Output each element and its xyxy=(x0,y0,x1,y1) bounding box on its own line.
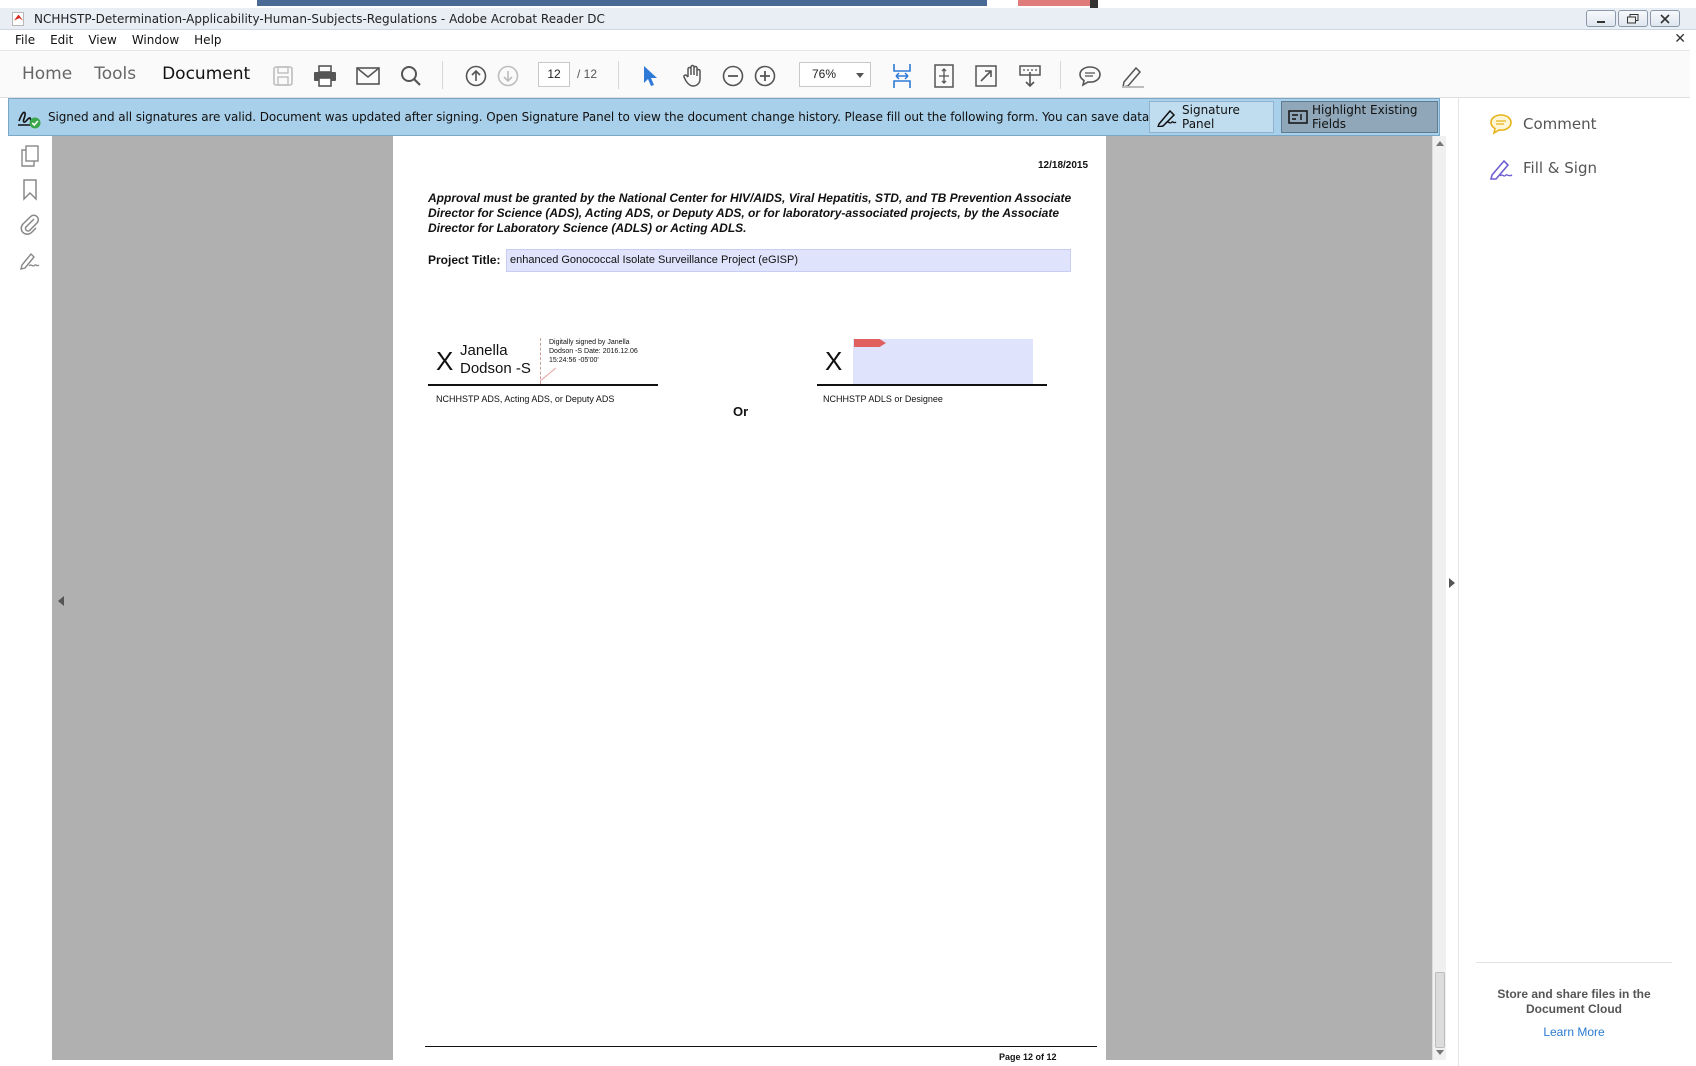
full-screen-icon[interactable] xyxy=(973,63,999,89)
document-cloud-promo: Store and share files in the Document Cl… xyxy=(1497,987,1651,1016)
menu-file[interactable]: File xyxy=(0,33,42,47)
menu-help[interactable]: Help xyxy=(186,33,228,47)
close-document-icon[interactable]: ✕ xyxy=(1674,31,1686,47)
attachment-icon[interactable] xyxy=(18,212,42,236)
pen-signature-icon xyxy=(1156,107,1178,127)
fill-sign-pen-icon xyxy=(1487,156,1515,180)
menu-window[interactable]: Window xyxy=(124,33,186,47)
window-title: NCHHSTP-Determination-Applicability-Huma… xyxy=(34,11,605,26)
next-page-icon[interactable] xyxy=(495,63,521,89)
digital-signature-stamp: Digitally signed by Janella Dodson -S Da… xyxy=(549,339,638,364)
project-title-field[interactable]: enhanced Gonococcal Isolate Surveillance… xyxy=(506,249,1071,272)
print-icon[interactable] xyxy=(312,63,338,89)
zoom-out-icon[interactable] xyxy=(720,63,746,89)
ads-signature-field[interactable]: X Janella Dodson -S Digitally signed by … xyxy=(428,336,658,386)
close-window-button[interactable] xyxy=(1650,10,1680,27)
fit-width-icon[interactable] xyxy=(889,63,915,89)
select-cursor-icon[interactable] xyxy=(637,63,663,89)
chevron-down-icon xyxy=(856,73,864,78)
save-icon[interactable] xyxy=(270,63,296,89)
form-field-icon xyxy=(1288,109,1308,125)
scroll-down-icon[interactable] xyxy=(1436,1050,1444,1055)
learn-more-link[interactable]: Learn More xyxy=(1476,1025,1672,1039)
main-toolbar: Home Tools Document 12 / 12 76% xyxy=(0,50,1690,98)
zoom-in-icon[interactable] xyxy=(752,63,778,89)
scroll-thumb[interactable] xyxy=(1435,972,1445,1048)
document-date: 12/18/2015 xyxy=(1038,160,1089,171)
signature-status-message: Signed and all signatures are valid. Doc… xyxy=(48,110,1274,124)
window-controls xyxy=(1586,10,1680,27)
acrobat-window: NCHHSTP-Determination-Applicability-Huma… xyxy=(0,0,1696,1066)
signature-x-mark: X xyxy=(436,346,454,376)
fit-page-icon[interactable] xyxy=(931,63,957,89)
sign-here-flag-icon[interactable] xyxy=(854,339,886,347)
ads-signature-label: NCHHSTP ADS, Acting ADS, or Deputy ADS xyxy=(436,394,615,404)
menu-edit[interactable]: Edit xyxy=(42,33,80,47)
search-icon[interactable] xyxy=(398,63,424,89)
title-bar: NCHHSTP-Determination-Applicability-Huma… xyxy=(0,8,1696,30)
minimize-button[interactable] xyxy=(1586,10,1616,27)
page-thumbnails-icon[interactable] xyxy=(18,144,42,168)
signature-info-bar: Signed and all signatures are valid. Doc… xyxy=(8,98,1440,136)
bookmark-icon[interactable] xyxy=(18,178,42,202)
email-icon[interactable] xyxy=(355,63,381,89)
pdf-page: 12/18/2015 Approval must be granted by t… xyxy=(393,136,1106,1062)
comment-tool[interactable]: Comment xyxy=(1487,112,1597,136)
signature-valid-icon xyxy=(17,107,41,129)
footer-rule xyxy=(425,1046,1097,1047)
zoom-level-select[interactable]: 76% xyxy=(799,62,871,87)
scroll-up-icon[interactable] xyxy=(1436,141,1444,146)
signature-panel-button[interactable]: Signature Panel xyxy=(1149,101,1274,133)
page-total: / 12 xyxy=(577,67,598,81)
highlight-existing-fields-button[interactable]: Highlight Existing Fields xyxy=(1281,101,1438,133)
fill-and-sign-tool[interactable]: Fill & Sign xyxy=(1487,156,1597,180)
document-viewport[interactable]: 12/18/2015 Approval must be granted by t… xyxy=(52,136,1455,1062)
tab-document[interactable]: Document xyxy=(162,64,250,84)
tab-home[interactable]: Home xyxy=(22,64,72,84)
hand-tool-icon[interactable] xyxy=(680,63,706,89)
signatures-panel-icon[interactable] xyxy=(18,248,42,272)
highlight-pen-icon[interactable] xyxy=(1120,63,1146,89)
signer-name: Janella Dodson -S xyxy=(460,342,531,377)
restore-button[interactable] xyxy=(1618,10,1648,27)
adls-signature-label: NCHHSTP ADLS or Designee xyxy=(823,394,943,404)
or-separator: Or xyxy=(733,404,749,419)
adls-signature-field[interactable]: X xyxy=(817,336,1047,386)
comment-icon[interactable] xyxy=(1077,63,1103,89)
previous-page-icon[interactable] xyxy=(463,63,489,89)
signature-x-mark: X xyxy=(825,346,843,376)
page-footer-number: Page 12 of 12 xyxy=(999,1052,1057,1062)
acrobat-app-icon xyxy=(10,11,26,27)
menu-view[interactable]: View xyxy=(80,33,123,47)
vertical-scrollbar[interactable] xyxy=(1432,136,1446,1060)
scrolling-mode-icon[interactable] xyxy=(1017,63,1043,89)
approval-paragraph: Approval must be granted by the National… xyxy=(428,191,1072,235)
expand-right-pane-icon[interactable] xyxy=(1449,578,1455,588)
taskbar-strip xyxy=(0,0,1696,8)
project-title-label: Project Title: xyxy=(428,253,501,267)
comment-bubble-icon xyxy=(1487,112,1515,136)
navigation-pane-rail xyxy=(8,136,52,1060)
tab-tools[interactable]: Tools xyxy=(94,64,136,84)
tools-pane: Comment Fill & Sign Store and share file… xyxy=(1458,98,1696,1066)
collapse-left-pane-icon[interactable] xyxy=(58,596,64,606)
page-number-input[interactable]: 12 xyxy=(538,62,570,87)
menu-bar: File Edit View Window Help ✕ xyxy=(0,30,1696,50)
